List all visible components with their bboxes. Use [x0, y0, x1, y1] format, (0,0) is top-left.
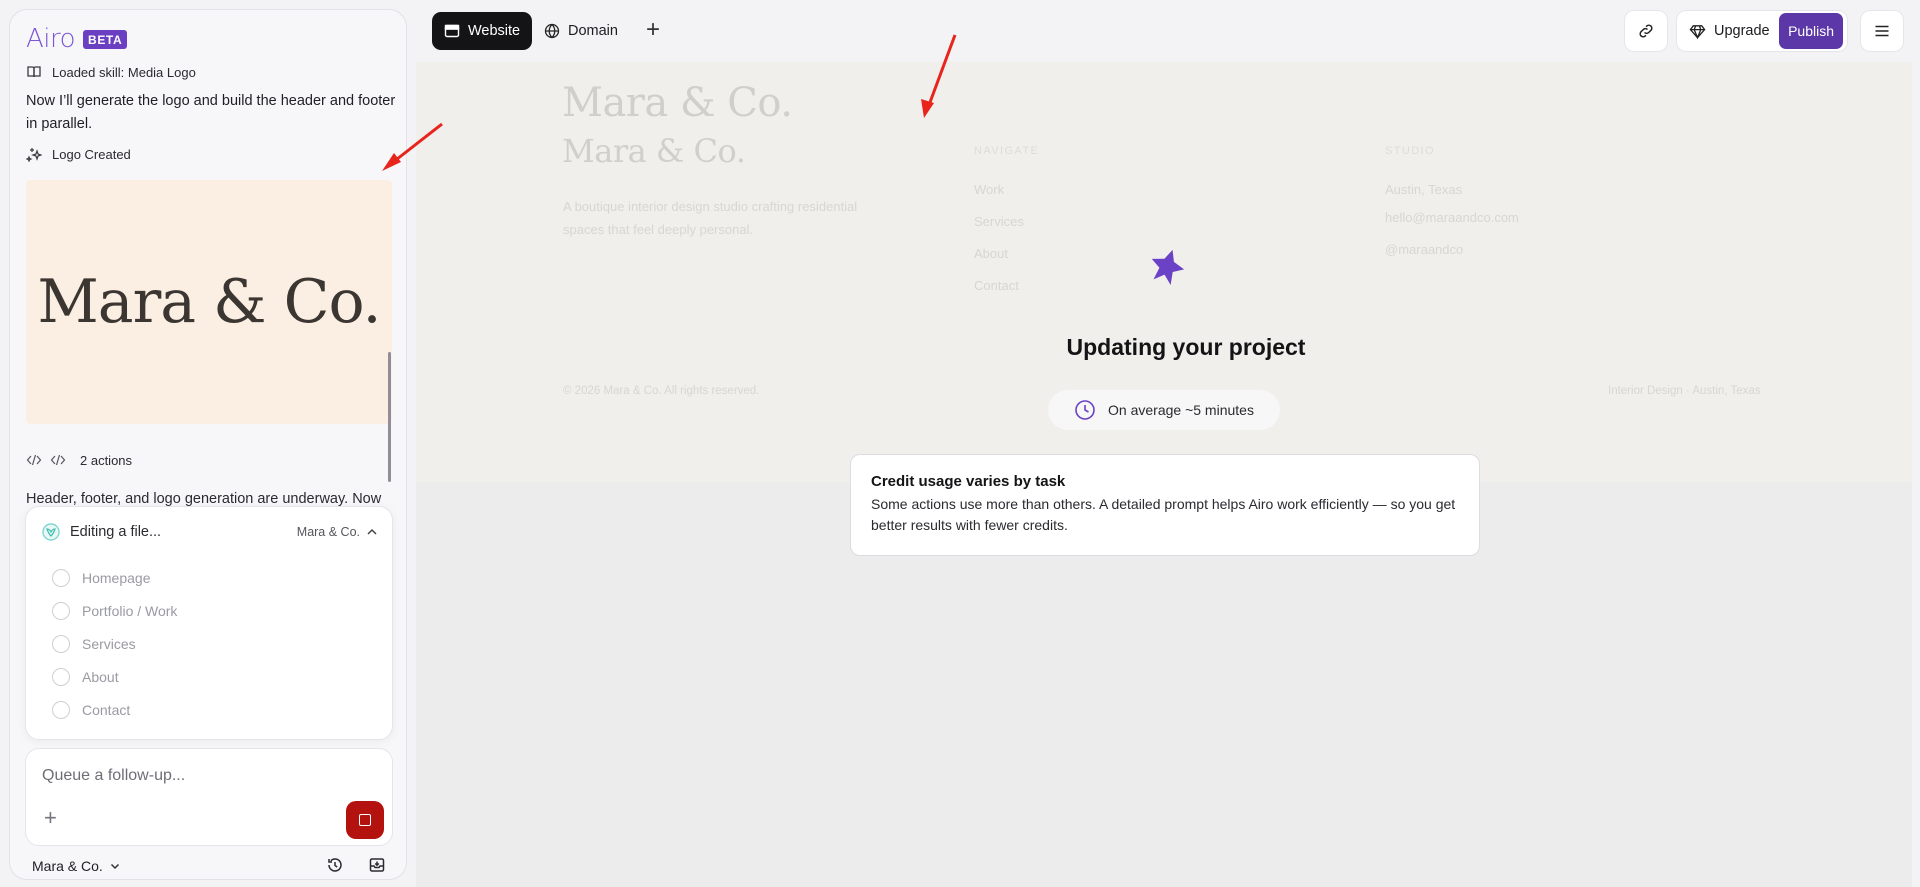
book-icon: [27, 66, 41, 78]
ghost-nav-link: About: [974, 246, 1008, 261]
add-tab-button[interactable]: +: [646, 18, 660, 42]
actions-label: 2 actions: [80, 452, 133, 468]
code-icon: [26, 454, 42, 466]
code-icon: [50, 454, 66, 466]
ghost-footer-right: Interior Design · Austin, Texas: [1608, 385, 1761, 397]
credit-card-title: Credit usage varies by task: [871, 473, 1066, 490]
hamburger-menu-icon: [1875, 25, 1889, 37]
ghost-brand-secondary: Mara & Co.: [562, 132, 746, 170]
page-steps-list: Homepage Portfolio / Work Services About…: [52, 561, 177, 726]
list-item: Services: [52, 627, 177, 660]
credit-info-card: Credit usage varies by task Some actions…: [850, 454, 1480, 556]
step-label: Homepage: [82, 569, 151, 586]
project-switcher-label: Mara & Co.: [32, 858, 103, 874]
pending-circle-icon: [52, 601, 70, 620]
generated-logo-image[interactable]: Mara & Co.: [26, 180, 392, 424]
eta-pill: On average ~5 minutes: [1048, 390, 1280, 430]
credit-card-body: Some actions use more than others. A det…: [871, 496, 1456, 533]
composer: +: [25, 748, 393, 846]
editing-title: Editing a file...: [70, 524, 162, 540]
logo-image-text: Mara & Co.: [37, 267, 381, 337]
ghost-studio-line: @maraandco: [1385, 242, 1464, 257]
airo-logo: Airo: [26, 24, 76, 54]
logo-created-label: Logo Created: [52, 146, 131, 162]
inbox-icon[interactable]: [368, 856, 386, 874]
list-item: Contact: [52, 693, 177, 726]
pending-circle-icon: [52, 667, 70, 686]
list-item: Homepage: [52, 561, 177, 594]
step-label: About: [82, 668, 119, 685]
chat-panel: Airo BETA Loaded skill: Media Logo Now I…: [9, 9, 407, 880]
ghost-nav-heading: NAVIGATE: [974, 145, 1040, 157]
list-item: Portfolio / Work: [52, 594, 177, 627]
brand: Airo BETA: [26, 24, 128, 54]
sparkle-icon: [26, 148, 42, 162]
tab-website[interactable]: Website: [432, 12, 533, 50]
tab-website-label: Website: [468, 23, 521, 39]
browser-window-icon: [444, 24, 460, 38]
ghost-tagline: A boutique interior design studio crafti…: [563, 199, 858, 237]
tab-domain[interactable]: Domain: [532, 12, 630, 50]
copy-link-button[interactable]: [1624, 10, 1668, 52]
editing-project-name: Mara & Co.: [296, 525, 360, 539]
globe-icon: [544, 23, 560, 39]
list-item: About: [52, 660, 177, 693]
logo-created-row: Logo Created: [26, 146, 131, 162]
ghost-studio-line: hello@maraandco.com: [1385, 210, 1519, 225]
chevron-up-icon[interactable]: [366, 526, 378, 538]
chevron-down-icon: [110, 863, 119, 870]
editing-header[interactable]: Editing a file... Mara & Co.: [40, 521, 378, 543]
publish-button[interactable]: Publish: [1779, 13, 1843, 49]
eta-text: On average ~5 minutes: [1108, 402, 1254, 418]
add-attachment-button[interactable]: +: [44, 807, 64, 829]
updating-title: Updating your project: [1066, 334, 1306, 360]
diamond-icon: [1689, 24, 1706, 39]
pending-circle-icon: [52, 568, 70, 587]
tab-domain-label: Domain: [568, 23, 618, 39]
upgrade-publish-group: Upgrade Publish: [1676, 10, 1848, 52]
skill-loaded-row: Loaded skill: Media Logo: [26, 64, 196, 80]
history-icon[interactable]: [326, 856, 344, 874]
airo-sparkle-icon: [1151, 249, 1185, 285]
step-label: Services: [82, 635, 136, 652]
clock-icon: [1075, 400, 1095, 420]
stop-icon: [359, 814, 371, 826]
editing-project: Mara & Co.: [297, 525, 378, 539]
step-label: Contact: [82, 701, 131, 718]
ghost-nav-link: Services: [974, 214, 1024, 229]
ghost-copyright: © 2026 Mara & Co. All rights reserved.: [563, 385, 760, 397]
chat-scrollbar[interactable]: [388, 352, 391, 482]
ghost-studio-heading: STUDIO: [1385, 145, 1435, 157]
link-icon: [1639, 24, 1653, 38]
menu-button[interactable]: [1860, 10, 1904, 52]
ghost-brand: Mara & Co.: [562, 80, 793, 126]
follow-up-input[interactable]: [42, 767, 372, 785]
airo-spinner-icon: [42, 523, 60, 541]
ghost-nav-link: Contact: [974, 278, 1019, 293]
step-label: Portfolio / Work: [82, 602, 178, 619]
chat-message: Now I’ll generate the logo and build the…: [26, 93, 396, 132]
website-preview: Mara & Co. Mara & Co. A boutique interio…: [416, 62, 1912, 887]
ghost-nav-link: Work: [974, 182, 1005, 197]
pending-circle-icon: [52, 700, 70, 719]
stop-generation-button[interactable]: [346, 801, 384, 839]
upgrade-button[interactable]: Upgrade: [1714, 23, 1770, 39]
project-switcher[interactable]: Mara & Co.: [32, 858, 121, 874]
skill-label: Loaded skill: Media Logo: [52, 64, 196, 80]
pending-circle-icon: [52, 634, 70, 653]
editing-status-card: Editing a file... Mara & Co. Homepage Po…: [25, 506, 393, 740]
ghost-studio-line: Austin, Texas: [1385, 182, 1463, 197]
beta-badge: BETA: [83, 29, 128, 49]
actions-row[interactable]: 2 actions: [26, 452, 132, 468]
